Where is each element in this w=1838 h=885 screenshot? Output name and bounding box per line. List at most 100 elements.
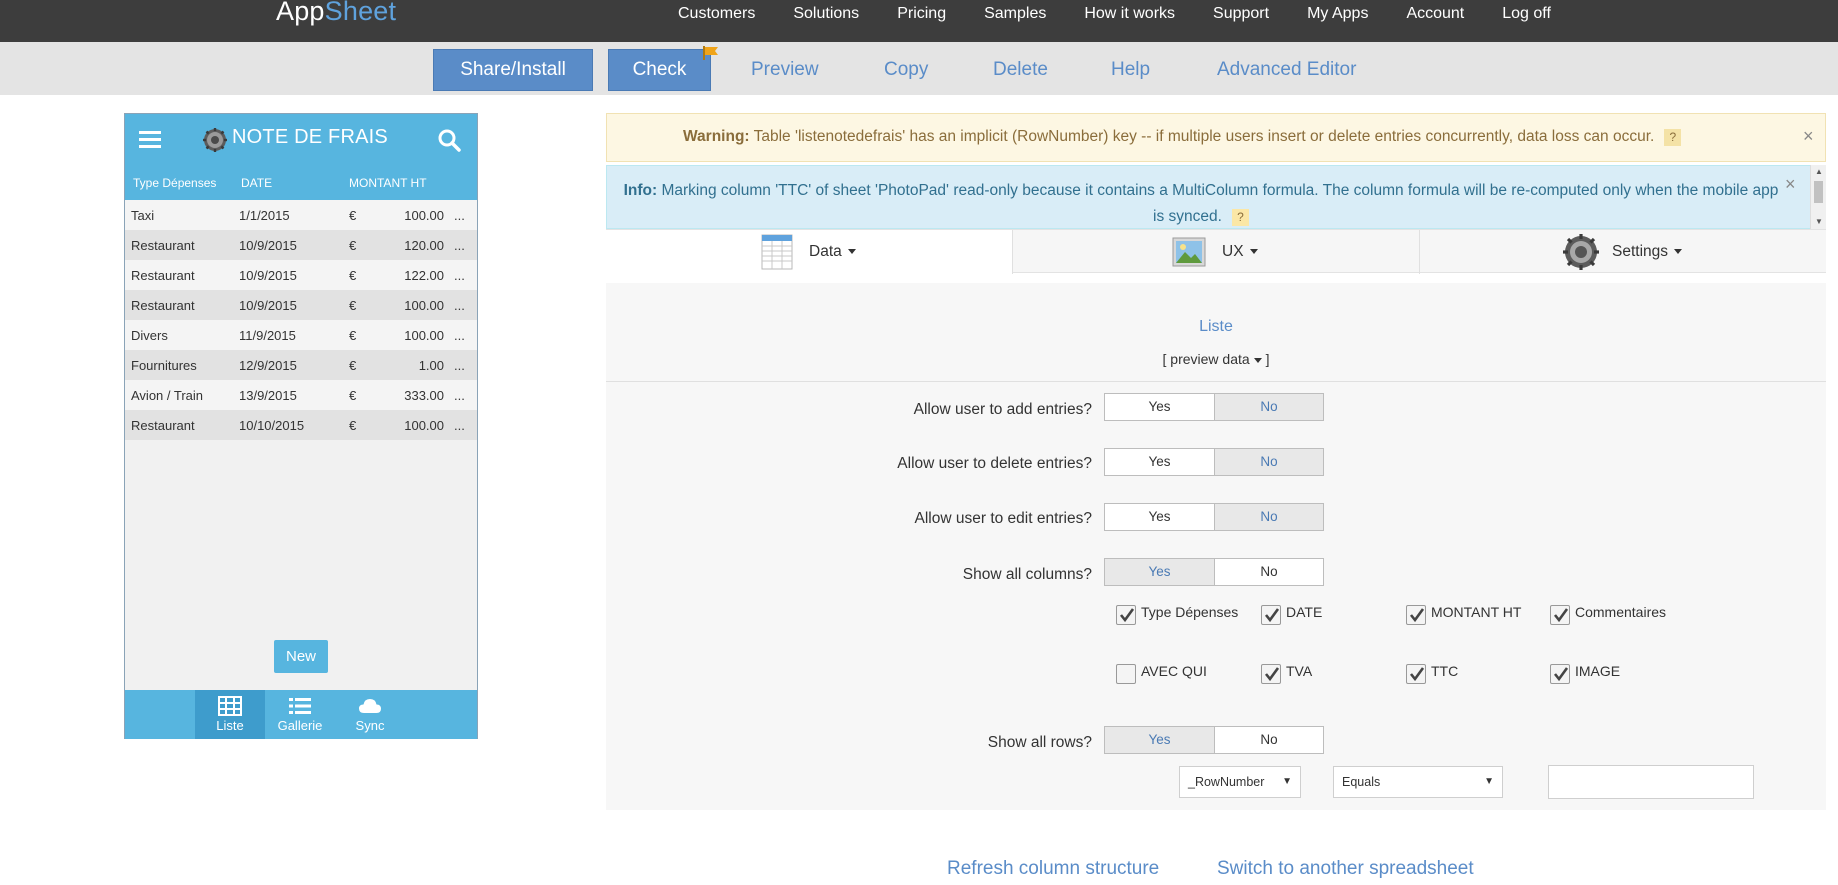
advanced-editor-link[interactable]: Advanced Editor — [1217, 49, 1356, 91]
checkbox[interactable] — [1116, 664, 1136, 684]
checkbox[interactable] — [1406, 605, 1426, 625]
row-date: 1/1/2015 — [239, 208, 290, 223]
table-row[interactable]: Fournitures 12/9/2015 €1.00... — [125, 350, 477, 380]
preview-link[interactable]: Preview — [751, 49, 819, 91]
nav-solutions[interactable]: Solutions — [793, 0, 859, 28]
nav-my-apps[interactable]: My Apps — [1307, 0, 1368, 28]
allow-edit-yes[interactable]: Yes — [1105, 504, 1214, 530]
warning-alert: Warning: Table 'listenotedefrais' has an… — [606, 113, 1826, 162]
table-column-headers: Type Dépenses DATE MONTANT HT — [125, 164, 477, 200]
settings-gear-icon — [1563, 234, 1599, 270]
tab-gallerie[interactable]: Gallerie — [265, 690, 335, 739]
column-check-avec-qui[interactable]: AVEC QUI — [1116, 663, 1207, 684]
scroll-down-icon[interactable]: ▼ — [1815, 217, 1823, 226]
checkbox[interactable] — [1261, 605, 1281, 625]
preview-data-dropdown[interactable]: [ preview data ] — [606, 351, 1826, 367]
column-check-tva[interactable]: TVA — [1261, 663, 1313, 684]
nav-pricing[interactable]: Pricing — [897, 0, 946, 28]
table-row[interactable]: Taxi 1/1/2015 €100.00... — [125, 200, 477, 230]
nav-log-off[interactable]: Log off — [1502, 0, 1551, 28]
chevron-down-icon — [847, 249, 856, 255]
table-row[interactable]: Restaurant 10/9/2015 €122.00... — [125, 260, 477, 290]
allow-add-no[interactable]: No — [1214, 394, 1323, 420]
show-all-columns-yes[interactable]: Yes — [1105, 559, 1214, 585]
checkbox[interactable] — [1406, 664, 1426, 684]
chevron-down-icon — [1253, 357, 1262, 363]
nav-samples[interactable]: Samples — [984, 0, 1046, 28]
show-all-rows-yes[interactable]: Yes — [1105, 727, 1214, 753]
tab-data-label: Data — [809, 243, 856, 261]
warning-close-icon[interactable]: × — [1803, 126, 1814, 147]
allow-edit-no[interactable]: No — [1214, 504, 1323, 530]
info-close-icon[interactable]: × — [1785, 174, 1796, 195]
column-header-montant[interactable]: MONTANT HT — [349, 176, 427, 190]
show-all-rows-no[interactable]: No — [1214, 727, 1323, 753]
row-amount: 333.00 — [404, 388, 444, 403]
row-amount: 100.00 — [404, 208, 444, 223]
column-check-montant-ht[interactable]: MONTANT HT — [1406, 604, 1521, 625]
help-link[interactable]: Help — [1111, 49, 1150, 91]
new-entry-button[interactable]: New — [274, 640, 328, 673]
table-row[interactable]: Avion / Train 13/9/2015 €333.00... — [125, 380, 477, 410]
row-more: ... — [454, 268, 465, 283]
column-check-label: TVA — [1286, 663, 1313, 679]
nav-account[interactable]: Account — [1406, 0, 1464, 28]
checkbox[interactable] — [1550, 605, 1570, 625]
table-row[interactable]: Restaurant 10/9/2015 €100.00... — [125, 290, 477, 320]
row-type: Restaurant — [131, 418, 195, 433]
tab-sync[interactable]: Sync — [335, 690, 405, 739]
column-check-image[interactable]: IMAGE — [1550, 663, 1621, 684]
tab-ux[interactable]: UX — [1013, 230, 1419, 274]
check-button[interactable]: Check — [608, 49, 711, 91]
row-filter-column-select[interactable]: _RowNumber ▼ — [1179, 766, 1301, 798]
share-install-button[interactable]: Share/Install — [433, 49, 593, 91]
row-date: 11/9/2015 — [239, 328, 296, 343]
checkmark-icon — [1264, 667, 1280, 682]
checkbox[interactable] — [1116, 605, 1136, 625]
allow-add-yes[interactable]: Yes — [1105, 394, 1214, 420]
app-logo-gear-icon — [203, 128, 227, 152]
alerts-scrollbar[interactable]: ▲ ▼ — [1810, 165, 1826, 229]
flag-icon — [703, 46, 718, 60]
nav-support[interactable]: Support — [1213, 0, 1269, 28]
tab-settings[interactable]: Settings — [1420, 230, 1826, 274]
refresh-column-structure-link[interactable]: Refresh column structure — [947, 858, 1159, 880]
show-all-columns-no[interactable]: No — [1214, 559, 1323, 585]
nav-customers[interactable]: Customers — [678, 0, 755, 28]
column-check-commentaires[interactable]: Commentaires — [1550, 604, 1666, 625]
view-name-link[interactable]: Liste — [606, 318, 1826, 336]
table-row[interactable]: Restaurant 10/9/2015 €120.00... — [125, 230, 477, 260]
checkbox[interactable] — [1261, 664, 1281, 684]
switch-spreadsheet-link[interactable]: Switch to another spreadsheet — [1217, 858, 1474, 880]
hamburger-menu-icon[interactable] — [139, 130, 161, 148]
column-check-type-depenses[interactable]: Type Dépenses — [1116, 604, 1238, 625]
info-help-icon[interactable]: ? — [1231, 209, 1249, 226]
scroll-up-icon[interactable]: ▲ — [1815, 167, 1823, 176]
column-check-label: IMAGE — [1575, 663, 1621, 679]
search-icon[interactable] — [437, 128, 461, 152]
warning-help-icon[interactable]: ? — [1664, 129, 1682, 146]
delete-link[interactable]: Delete — [993, 49, 1048, 91]
table-row[interactable]: Divers 11/9/2015 €100.00... — [125, 320, 477, 350]
scrollbar-thumb[interactable] — [1814, 181, 1823, 203]
row-filter-operator-select[interactable]: Equals ▼ — [1333, 766, 1503, 798]
allow-delete-yes[interactable]: Yes — [1105, 449, 1214, 475]
row-filter-value-input[interactable] — [1548, 765, 1754, 799]
row-currency: € — [349, 418, 357, 433]
allow-delete-no[interactable]: No — [1214, 449, 1323, 475]
show-all-rows-toggle: Yes No — [1104, 726, 1324, 754]
appsheet-logo[interactable]: AppSheet — [276, 0, 396, 27]
checkbox[interactable] — [1550, 664, 1570, 684]
column-header-type[interactable]: Type Dépenses — [133, 176, 216, 190]
nav-how-it-works[interactable]: How it works — [1084, 0, 1175, 28]
tab-data[interactable]: Data — [606, 230, 1012, 274]
column-check-date[interactable]: DATE — [1261, 604, 1322, 625]
tab-liste[interactable]: Liste — [195, 690, 265, 739]
app-header: NOTE DE FRAIS — [125, 114, 477, 164]
row-currency: € — [349, 388, 357, 403]
copy-link[interactable]: Copy — [884, 49, 928, 91]
column-header-date[interactable]: DATE — [241, 176, 272, 190]
column-check-ttc[interactable]: TTC — [1406, 663, 1458, 684]
row-type: Restaurant — [131, 268, 195, 283]
table-row[interactable]: Restaurant 10/10/2015 €100.00... — [125, 410, 477, 440]
